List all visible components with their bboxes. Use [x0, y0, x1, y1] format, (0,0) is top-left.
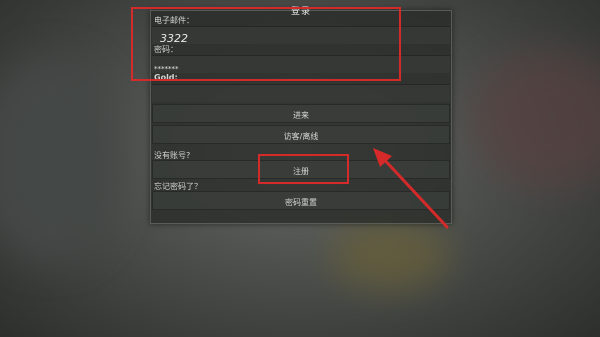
annotation-arrow-icon — [373, 148, 449, 229]
